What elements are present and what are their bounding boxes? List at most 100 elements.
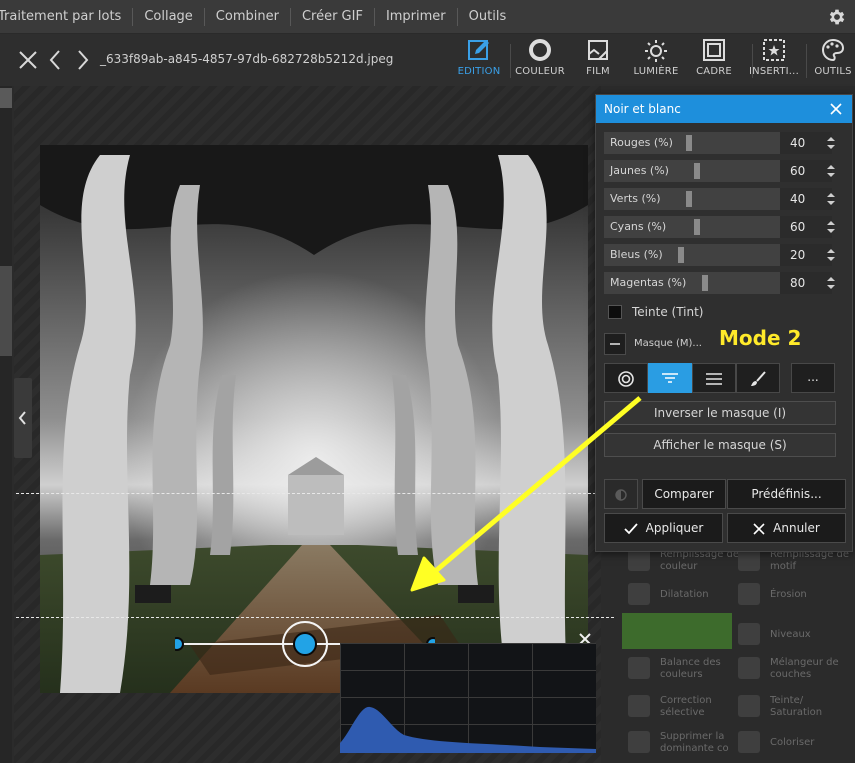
menu-item-combine[interactable]: Combiner (205, 0, 290, 34)
photo-preview[interactable] (40, 145, 588, 693)
tool-label: INSERTI... (749, 66, 799, 77)
mask-more-button[interactable]: ... (791, 363, 835, 393)
tool-lumiere[interactable]: LUMIÈRE (626, 38, 686, 82)
chevron-left-icon[interactable] (44, 48, 68, 72)
insert-icon (763, 39, 785, 61)
slider-handle[interactable] (686, 135, 692, 151)
slider-value[interactable]: 20 (780, 244, 832, 266)
tool-label: OUTILS (814, 66, 852, 77)
slider-handle[interactable] (694, 163, 700, 179)
slider-cyans[interactable]: Cyans (%) 60 (604, 216, 846, 238)
apply-label: Appliquer (645, 521, 704, 535)
panel-actions: Comparer Prédéfinis... Appliquer Annuler (604, 479, 846, 545)
compare-half-icon (615, 488, 627, 501)
panel-header: Noir et blanc (596, 95, 852, 123)
function-grid: Remplissage de couleur Remplissage de mo… (620, 545, 855, 763)
histogram (340, 643, 596, 753)
tool-couleur[interactable]: COULEUR (510, 38, 570, 82)
brush-icon (751, 371, 766, 386)
gear-icon[interactable] (827, 7, 847, 27)
menu-item-collage[interactable]: Collage (133, 0, 203, 34)
mask-guide-line[interactable] (16, 617, 614, 618)
hue-saturation-icon (738, 695, 760, 717)
slider-value[interactable]: 60 (780, 160, 832, 182)
slider-label: Bleus (%) (610, 248, 663, 261)
tool-outils[interactable]: OUTILS (803, 38, 855, 82)
left-strip (0, 86, 12, 763)
tint-checkbox[interactable] (608, 305, 622, 319)
mask-toggle-button[interactable] (604, 333, 626, 355)
slider-bleus[interactable]: Bleus (%) 20 (604, 244, 846, 266)
compare-toggle-button[interactable] (604, 479, 638, 509)
menu-bar: Traitement par lots Collage Combiner Cré… (0, 0, 855, 34)
dilatation-icon (628, 583, 650, 605)
spinner-arrows-icon[interactable] (826, 164, 836, 178)
filter-lines-icon (662, 373, 678, 383)
mask-mode-brush-button[interactable] (736, 363, 780, 393)
channel-mixer-icon (738, 657, 760, 679)
color-balance-icon (628, 657, 650, 679)
mask-mode-radial-button[interactable] (604, 363, 648, 393)
panel-title: Noir et blanc (604, 102, 681, 116)
sun-icon (645, 40, 667, 62)
presets-button[interactable]: Prédéfinis... (727, 479, 846, 509)
slider-value[interactable]: 40 (780, 188, 832, 210)
tool-edition[interactable]: EDITION (449, 38, 509, 82)
check-icon (624, 522, 638, 534)
slider-value[interactable]: 40 (780, 132, 832, 154)
spinner-arrows-icon[interactable] (826, 192, 836, 206)
slider-rouges[interactable]: Rouges (%) 40 (604, 132, 846, 154)
black-white-panel: Noir et blanc Rouges (%) 40 Jaunes (%) 6… (595, 94, 853, 552)
func-curves-highlight[interactable] (622, 613, 732, 649)
mask-label: Masque (M)... (634, 338, 702, 349)
spinner-arrows-icon[interactable] (826, 136, 836, 150)
tool-film[interactable]: FILM (568, 38, 628, 82)
slider-handle[interactable] (702, 275, 708, 291)
fill-color-icon (628, 549, 650, 571)
slider-label: Magentas (%) (610, 276, 687, 289)
slider-magentas[interactable]: Magentas (%) 80 (604, 272, 846, 294)
slider-label: Verts (%) (610, 192, 661, 205)
compare-button[interactable]: Comparer (642, 479, 726, 509)
menu-item-batch[interactable]: Traitement par lots (0, 0, 132, 34)
menu-lines-icon (706, 373, 722, 385)
chevron-right-icon[interactable] (70, 48, 94, 72)
apply-button[interactable]: Appliquer (604, 513, 723, 543)
menu-item-tools[interactable]: Outils (458, 0, 518, 34)
show-mask-button[interactable]: Afficher le masque (S) (604, 433, 836, 457)
palette-icon (822, 38, 845, 62)
slider-handle[interactable] (694, 219, 700, 235)
slider-jaunes[interactable]: Jaunes (%) 60 (604, 160, 846, 182)
tool-label: COULEUR (515, 66, 565, 77)
slider-value[interactable]: 60 (780, 216, 832, 238)
spinner-arrows-icon[interactable] (826, 276, 836, 290)
menu-item-print[interactable]: Imprimer (375, 0, 457, 34)
edit-icon (468, 40, 489, 60)
spinner-arrows-icon[interactable] (826, 220, 836, 234)
levels-icon (738, 623, 760, 645)
minus-icon (610, 343, 620, 345)
left-strip-marker (0, 266, 12, 356)
erosion-icon (738, 583, 760, 605)
mask-mode-linear-button[interactable] (648, 363, 692, 393)
film-icon (588, 40, 608, 60)
slider-handle[interactable] (686, 191, 692, 207)
close-icon[interactable] (830, 103, 842, 115)
slider-handle[interactable] (678, 247, 684, 263)
collapse-left-button[interactable] (14, 378, 32, 458)
mask-guide-line[interactable] (16, 493, 596, 494)
invert-mask-button[interactable]: Inverser le masque (I) (604, 401, 836, 425)
slider-value[interactable]: 80 (780, 272, 832, 294)
tool-label: CADRE (696, 66, 732, 77)
slider-verts[interactable]: Verts (%) 40 (604, 188, 846, 210)
spinner-arrows-icon[interactable] (826, 248, 836, 262)
mask-mode-band-button[interactable] (692, 363, 736, 393)
histogram-graph (340, 706, 596, 753)
tool-cadre[interactable]: CADRE (684, 38, 744, 82)
menu-item-create-gif[interactable]: Créer GIF (291, 0, 374, 34)
tool-insertion[interactable]: INSERTI... (744, 38, 804, 82)
close-icon[interactable] (16, 48, 40, 72)
cancel-button[interactable]: Annuler (727, 513, 846, 543)
tool-label: EDITION (457, 66, 501, 77)
color-circle-icon (529, 39, 551, 61)
